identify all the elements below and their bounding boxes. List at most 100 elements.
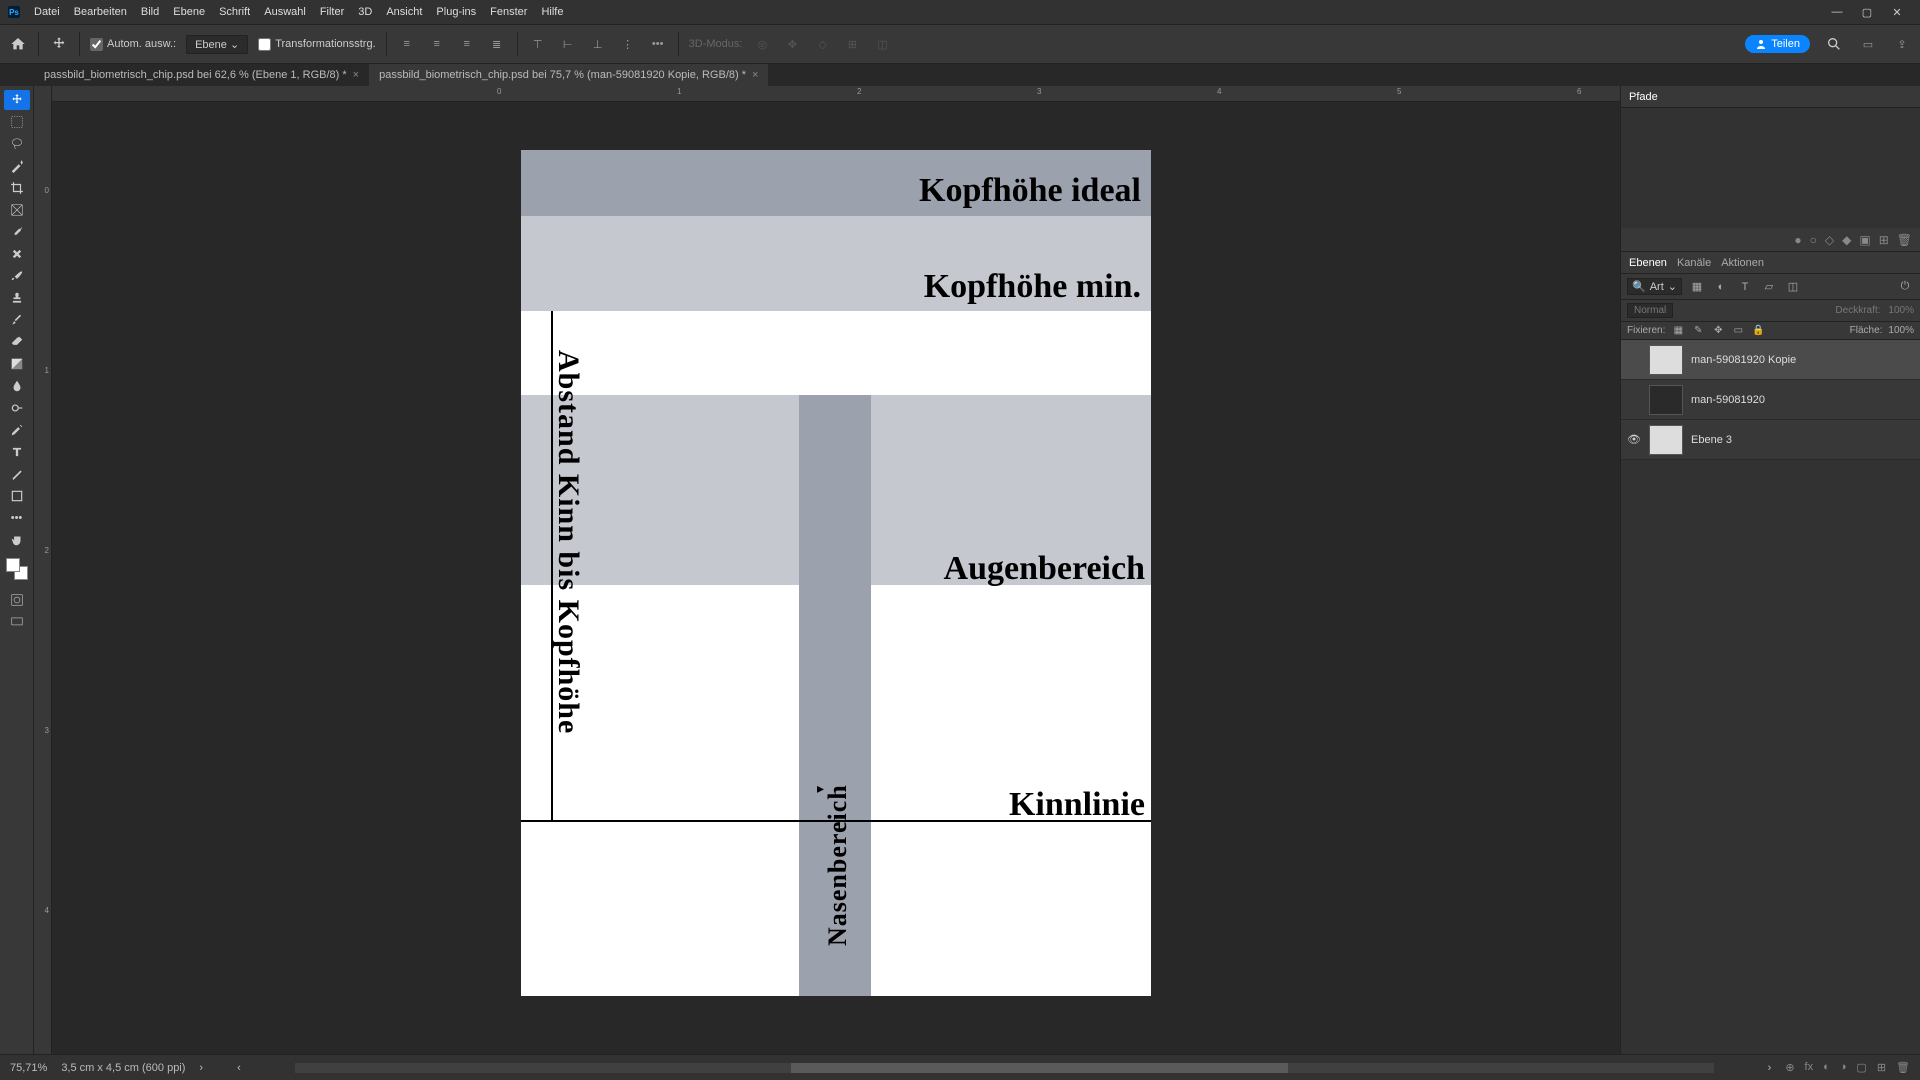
eyedropper-tool[interactable] <box>4 222 30 242</box>
layer-name[interactable]: man-59081920 <box>1691 394 1765 406</box>
align-left-icon[interactable]: ≡ <box>397 34 417 54</box>
maximize-icon[interactable]: ▢ <box>1860 6 1874 19</box>
layer-row[interactable]: 👁 Ebene 3 <box>1621 420 1920 460</box>
scrollbar-horizontal[interactable] <box>295 1063 1714 1073</box>
blend-mode-select[interactable]: Normal <box>1627 303 1673 318</box>
layer-filter-select[interactable]: 🔍 Art ⌄ <box>1627 278 1682 295</box>
align-bottom-icon[interactable]: ⊥ <box>588 34 608 54</box>
tab-aktionen[interactable]: Aktionen <box>1721 257 1764 269</box>
wand-tool[interactable] <box>4 156 30 176</box>
tab-doc1[interactable]: passbild_biometrisch_chip.psd bei 62,6 %… <box>34 64 369 86</box>
rectangle-tool[interactable] <box>4 486 30 506</box>
layer-row[interactable]: man-59081920 <box>1621 380 1920 420</box>
filter-type-icon[interactable]: T <box>1736 281 1754 293</box>
eraser-tool[interactable] <box>4 332 30 352</box>
crop-tool[interactable] <box>4 178 30 198</box>
scroll-left-icon[interactable]: ‹ <box>237 1062 241 1074</box>
gradient-tool[interactable] <box>4 354 30 374</box>
mask-icon[interactable]: ▣ <box>1859 233 1870 247</box>
fill-path-icon[interactable]: ● <box>1794 233 1801 247</box>
close-tab-icon[interactable]: × <box>353 69 359 81</box>
lock-artboard-icon[interactable]: ▭ <box>1731 325 1745 336</box>
scroll-right-icon[interactable]: › <box>1768 1062 1772 1074</box>
delete-layer-icon[interactable]: 🗑 <box>1896 1061 1910 1074</box>
align-middle-icon[interactable]: ⊢ <box>558 34 578 54</box>
tab-kanaele[interactable]: Kanäle <box>1677 257 1711 269</box>
menu-hilfe[interactable]: Hilfe <box>541 6 563 18</box>
ruler-horizontal[interactable]: 0 1 2 3 4 5 6 <box>52 86 1620 102</box>
layer-thumb[interactable] <box>1649 425 1683 455</box>
layer-row[interactable]: man-59081920 Kopie <box>1621 340 1920 380</box>
auto-select-checkbox[interactable]: Autom. ausw.: <box>90 38 176 51</box>
menu-auswahl[interactable]: Auswahl <box>264 6 306 18</box>
group-icon[interactable]: ▢ <box>1856 1061 1866 1074</box>
load-selection-icon[interactable]: ◇ <box>1825 233 1834 247</box>
align-top-icon[interactable]: ⊤ <box>528 34 548 54</box>
filter-smart-icon[interactable]: ◫ <box>1784 280 1802 293</box>
marquee-tool[interactable] <box>4 112 30 132</box>
close-icon[interactable]: ✕ <box>1890 6 1904 19</box>
home-icon[interactable] <box>8 34 28 54</box>
more-icon[interactable]: ••• <box>648 34 668 54</box>
healing-tool[interactable] <box>4 244 30 264</box>
menu-bild[interactable]: Bild <box>141 6 159 18</box>
menu-3d[interactable]: 3D <box>358 6 372 18</box>
tab-pfade[interactable]: Pfade <box>1629 91 1658 103</box>
link-icon[interactable]: ⊕ <box>1785 1061 1794 1074</box>
layers-panel-fill[interactable] <box>1621 460 1920 1054</box>
history-brush-tool[interactable] <box>4 310 30 330</box>
search-icon[interactable] <box>1824 34 1844 54</box>
opacity-value[interactable]: 100% <box>1888 305 1914 316</box>
frame-tool[interactable] <box>4 200 30 220</box>
align-center-icon[interactable]: ≡ <box>427 34 447 54</box>
type-tool[interactable] <box>4 442 30 462</box>
zoom-level[interactable]: 75,71% <box>10 1062 47 1074</box>
close-tab-icon[interactable]: × <box>752 69 758 81</box>
fx-icon[interactable]: fx <box>1805 1061 1814 1074</box>
layer-select[interactable]: Ebene ⌄ <box>186 35 248 54</box>
paths-panel[interactable] <box>1621 108 1920 228</box>
filter-toggle-icon[interactable]: ⏻ <box>1896 280 1914 293</box>
tab-ebenen[interactable]: Ebenen <box>1629 257 1667 269</box>
ruler-vertical[interactable]: 0 1 2 3 4 <box>34 86 52 1054</box>
layer-name[interactable]: Ebene 3 <box>1691 434 1732 446</box>
screen-mode-icon[interactable] <box>4 612 30 632</box>
share-button[interactable]: Teilen <box>1745 35 1810 53</box>
menu-ebene[interactable]: Ebene <box>173 6 205 18</box>
lasso-tool[interactable] <box>4 134 30 154</box>
workspace-icon[interactable]: ▭ <box>1858 34 1878 54</box>
visibility-icon[interactable]: 👁 <box>1627 433 1641 446</box>
path-tool[interactable] <box>4 464 30 484</box>
hand-tool[interactable] <box>4 530 30 550</box>
menu-ansicht[interactable]: Ansicht <box>386 6 422 18</box>
canvas[interactable]: Kopfhöhe ideal Kopfhöhe min. Augenbereic… <box>52 102 1620 1054</box>
new-layer-icon[interactable]: ⊞ <box>1877 1061 1886 1074</box>
mask-footer-icon[interactable]: ◐ <box>1823 1061 1830 1074</box>
lock-position-icon[interactable]: ✥ <box>1711 325 1725 336</box>
menu-plugins[interactable]: Plug-ins <box>436 6 476 18</box>
fill-value[interactable]: 100% <box>1888 325 1914 336</box>
move-tool-icon[interactable] <box>49 34 69 54</box>
move-tool[interactable] <box>4 90 30 110</box>
lock-all-icon[interactable]: 🔒 <box>1751 325 1765 336</box>
menu-filter[interactable]: Filter <box>320 6 344 18</box>
quick-mask-icon[interactable] <box>4 590 30 610</box>
distribute-icon[interactable]: ≣ <box>487 34 507 54</box>
chevron-right-icon[interactable]: › <box>199 1062 203 1074</box>
tab-doc2[interactable]: passbild_biometrisch_chip.psd bei 75,7 %… <box>369 64 768 86</box>
align-right-icon[interactable]: ≡ <box>457 34 477 54</box>
export-icon[interactable]: ⇪ <box>1892 34 1912 54</box>
make-path-icon[interactable]: ◆ <box>1842 233 1851 247</box>
transform-checkbox[interactable]: Transformationsstrg. <box>258 38 375 51</box>
filter-shape-icon[interactable]: ▱ <box>1760 280 1778 293</box>
stamp-tool[interactable] <box>4 288 30 308</box>
layer-thumb[interactable] <box>1649 345 1683 375</box>
minimize-icon[interactable]: ― <box>1830 6 1844 19</box>
menu-datei[interactable]: Datei <box>34 6 60 18</box>
layer-name[interactable]: man-59081920 Kopie <box>1691 354 1796 366</box>
lock-transparency-icon[interactable]: ▦ <box>1671 325 1685 336</box>
filter-adjust-icon[interactable]: ◐ <box>1712 281 1730 293</box>
delete-path-icon[interactable]: 🗑 <box>1897 233 1912 247</box>
color-swatch[interactable] <box>6 558 28 580</box>
blur-tool[interactable] <box>4 376 30 396</box>
